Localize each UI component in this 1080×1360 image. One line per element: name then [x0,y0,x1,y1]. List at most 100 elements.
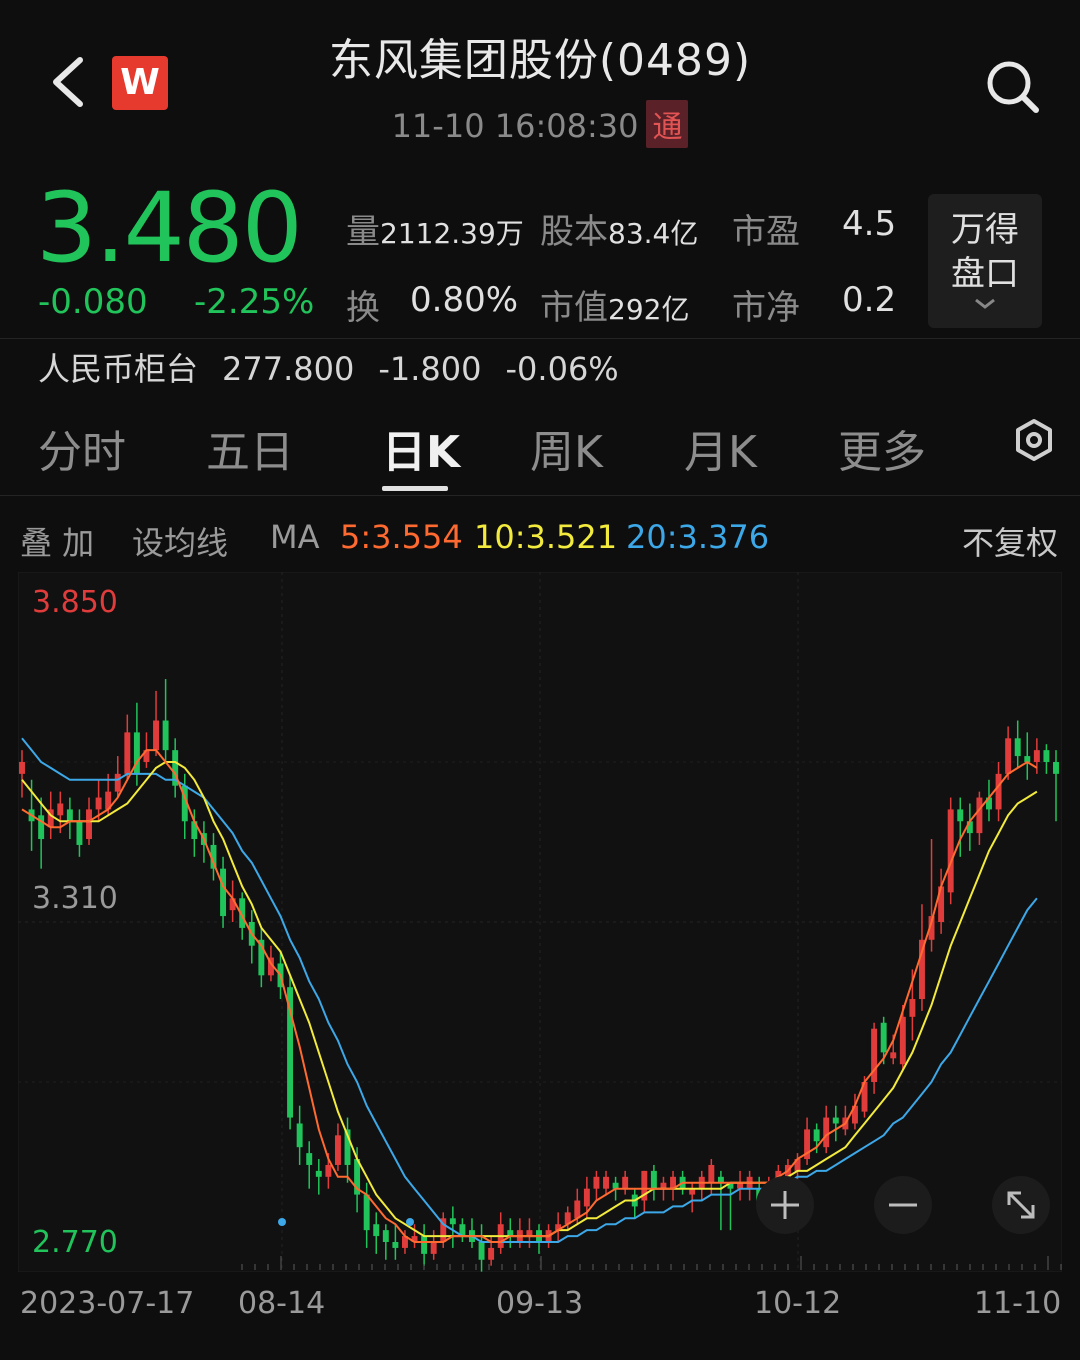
stat-turnover: 换 [346,288,380,328]
chart-grid [18,572,1062,1272]
ma-indicator-row: 叠 加 设均线 MA 5:3.554 10:3.521 20:3.376 不复权 [0,518,1080,566]
candle-body [430,1242,437,1254]
candle-body [909,999,916,1017]
candle-body [373,1224,380,1237]
quote-time: 11-10 16:08:30 [391,107,639,145]
candle-body [363,1194,370,1231]
ma5-value: 5:3.554 [340,518,463,556]
kline-chart[interactable]: 3.850 3.310 2.770 [18,572,1062,1272]
x-label: 2023-07-17 [20,1286,195,1321]
candle-body [708,1164,715,1183]
search-icon[interactable] [982,56,1042,116]
minus-icon [889,1203,917,1207]
candle-body [583,1188,590,1207]
quote-time-row: 11-10 16:08:30 通 [0,100,1080,148]
candle-body [57,803,64,816]
candle-body [449,1218,456,1225]
candle-body [421,1236,428,1254]
candle-body [76,821,83,845]
zoom-in-button[interactable] [756,1176,814,1234]
divider [0,495,1080,496]
rmb-counter-label: 人民币柜台 [38,350,199,388]
stat-pe-value: 4.5 [842,204,897,244]
rmb-counter-row[interactable]: 人民币柜台 277.800 -1.800 -0.06% [38,344,643,390]
fullscreen-button[interactable] [992,1176,1050,1234]
wind-order-book-button[interactable]: 万得 盘口 [928,194,1042,328]
candle-body [114,773,121,792]
candle-body [153,720,160,751]
candle-body [593,1176,600,1189]
candle-body [650,1170,657,1189]
stat-pe: 市盈 [732,212,800,252]
candle-body [1043,750,1050,762]
ma-label: MA [270,518,320,556]
plus-icon [771,1191,799,1219]
tab-weekly-k[interactable]: 周K [530,416,603,480]
y-label: 3.850 [32,585,118,620]
divider [0,338,1080,339]
event-dot [278,1218,286,1226]
candle-body [325,1164,332,1177]
rmb-counter-price: 277.800 [222,350,355,388]
ma10-value: 10:3.521 [474,518,618,556]
tab-daily-k[interactable]: 日K [382,416,460,480]
stat-volume: 量2112.39万 [346,212,524,252]
x-label: 11-10 [974,1286,1062,1321]
tab-five-day[interactable]: 五日 [206,416,294,480]
price-change: -0.080 [38,282,148,322]
price-change-pct: -2.25% [194,282,315,322]
x-label: 08-14 [238,1286,326,1321]
header: W 东风集团股份(0489) 11-10 16:08:30 通 [0,0,1080,160]
candle-body [890,1052,897,1059]
overlay-button[interactable]: 叠 加 [20,518,94,564]
stat-pb-value: 0.2 [842,280,897,320]
connect-badge: 通 [646,100,689,148]
settings-icon[interactable] [1012,418,1056,462]
candle-body [880,1022,887,1053]
x-label: 10-12 [754,1286,842,1321]
stat-market-cap: 市值292亿 [540,288,690,328]
rmb-counter-change-pct: -0.06% [505,350,619,388]
candle-body [603,1176,609,1189]
set-ma-button[interactable]: 设均线 [132,518,228,564]
last-price: 3.480 [36,172,303,284]
tab-monthly-k[interactable]: 月K [684,416,757,480]
x-label: 09-13 [496,1286,584,1321]
stat-shares: 股本83.4亿 [540,212,699,252]
candle-body [1014,738,1021,757]
candle-body [813,1129,820,1142]
candle-body [382,1230,389,1242]
candle-body [392,1242,399,1248]
candle-body [622,1176,629,1189]
candle-body [832,1117,839,1124]
tab-intraday[interactable]: 分时 [38,416,126,480]
candle-body [574,1200,581,1219]
y-label: 2.770 [32,1225,118,1260]
candle-body [947,809,954,893]
event-dot [406,1218,414,1226]
candle-body [1005,738,1012,774]
stat-pb: 市净 [732,288,800,328]
candle-body [334,1135,341,1165]
candle-body [306,1153,313,1165]
adjust-mode-button[interactable]: 不复权 [962,518,1058,564]
candle-body [899,1016,906,1065]
tab-more[interactable]: 更多 [838,416,926,480]
x-axis-labels: 2023-07-17 08-14 09-13 10-12 11-10 [0,1286,1080,1326]
period-tabs: 分时 五日 日K 周K 月K 更多 [0,408,1080,494]
active-tab-indicator [382,486,448,491]
y-label: 3.310 [32,881,118,916]
candle-body [488,1247,495,1260]
candle-body [66,809,73,822]
candle-body [296,1123,303,1148]
rmb-counter-change: -1.800 [378,350,482,388]
zoom-out-button[interactable] [874,1176,932,1234]
candle-body [1033,750,1040,762]
candle-body [1053,762,1059,774]
candle-body [162,720,169,751]
candle-body [995,773,1002,810]
candle-body [124,732,131,774]
candle-body [220,868,227,917]
expand-icon [1007,1191,1035,1219]
chevron-down-icon [975,298,995,309]
